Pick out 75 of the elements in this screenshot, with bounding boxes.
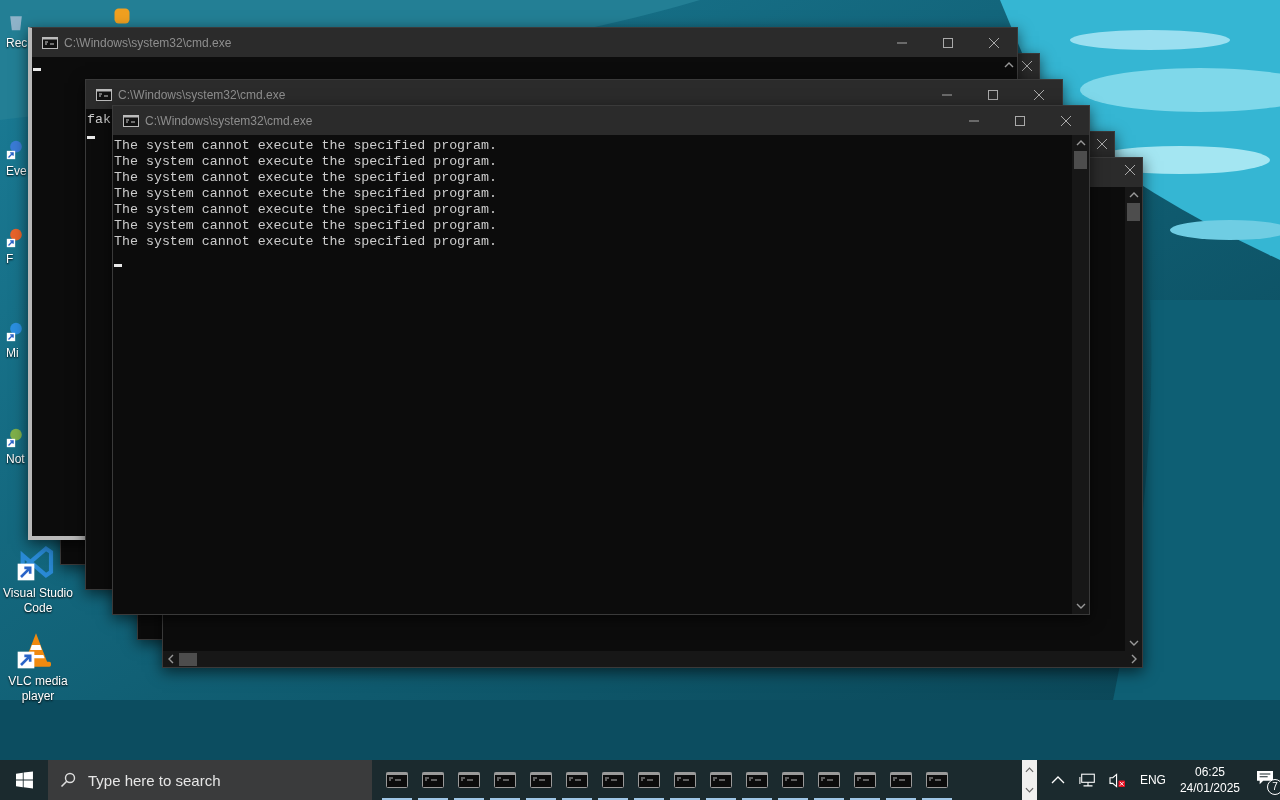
window-title: C:\Windows\system32\cmd.exe: [118, 87, 286, 102]
search-icon: [59, 772, 76, 788]
scroll-right-icon[interactable]: [1131, 654, 1137, 664]
scroll-thumb[interactable]: [1074, 151, 1087, 169]
terminal-icon: [853, 772, 876, 788]
terminal-icon: [817, 772, 840, 788]
windows-logo-icon[interactable]: [16, 771, 33, 789]
maximize-icon: [943, 37, 953, 48]
search-bar[interactable]: Type here to search: [47, 760, 372, 800]
terminal-icon: [123, 114, 139, 127]
maximize-icon: [1015, 115, 1025, 126]
scroll-up-icon[interactable]: [1075, 140, 1086, 146]
network-icon[interactable]: [1078, 772, 1097, 788]
terminal-icon: [421, 772, 444, 788]
console-line: The system cannot execute the specified program.: [114, 234, 497, 250]
icon-label: Rec: [6, 36, 28, 51]
scroll-down-icon[interactable]: [1128, 640, 1139, 646]
console-line: The system cannot execute the specified program.: [114, 218, 497, 234]
terminal-icon: [745, 772, 768, 788]
console-line: The system cannot execute the specified program.: [114, 138, 497, 154]
terminal-icon: [457, 772, 480, 788]
scrollbar[interactable]: [1125, 187, 1142, 651]
terminal-icon: [42, 36, 58, 49]
terminal-icon: [493, 772, 516, 788]
icon-label: Eve: [6, 164, 27, 179]
icon-label: VLC media player: [7, 674, 69, 704]
taskbar-scroller[interactable]: [1021, 760, 1037, 800]
console-line: The system cannot execute the specified program.: [114, 202, 497, 218]
close-icon: [989, 37, 999, 48]
terminal-icon: [637, 772, 660, 788]
console-line: fak: [87, 112, 111, 128]
language-indicator[interactable]: ENG: [1139, 773, 1166, 787]
close-icon: [1125, 165, 1135, 175]
scroll-up-icon[interactable]: [1128, 192, 1139, 198]
icon-label: Visual Studio Code: [2, 586, 74, 616]
close-icon: [1034, 89, 1044, 100]
notification-count: 7: [1267, 779, 1280, 795]
scrollbar[interactable]: [1072, 135, 1089, 614]
icon-label: Not: [6, 452, 25, 467]
notifications-icon[interactable]: [1256, 770, 1274, 786]
icon-label: Mi: [6, 346, 19, 361]
clock-date: 24/01/2025: [1179, 780, 1240, 796]
scroll-up-icon[interactable]: [1024, 767, 1034, 773]
terminal-icon: [781, 772, 804, 788]
scrollbar[interactable]: [163, 651, 1142, 667]
terminal-icon: [565, 772, 588, 788]
clock-time: 06:25: [1194, 764, 1225, 780]
scroll-thumb[interactable]: [1127, 203, 1140, 221]
terminal-icon: [601, 772, 624, 788]
terminal-icon: [385, 772, 408, 788]
close-icon: [1061, 115, 1071, 126]
maximize-icon: [988, 89, 998, 100]
search-field[interactable]: Type here to search: [87, 771, 368, 789]
muted-speaker-icon[interactable]: [1108, 772, 1126, 788]
clock[interactable]: 06:25 24/01/2025: [1179, 764, 1240, 796]
close-icon: [1097, 139, 1107, 149]
icon-label: F: [6, 252, 14, 267]
close-icon: [1022, 61, 1032, 71]
window-title: C:\Windows\system32\cmd.exe: [64, 35, 232, 50]
console-line: The system cannot execute the specified program.: [114, 170, 497, 186]
chevron-up-icon[interactable]: [1050, 776, 1065, 784]
scroll-down-icon[interactable]: [1075, 603, 1086, 609]
scroll-down-icon[interactable]: [1024, 787, 1034, 793]
terminal-icon: [709, 772, 732, 788]
scroll-thumb[interactable]: [179, 652, 197, 666]
terminal-icon: [889, 772, 912, 788]
terminal-icon: [96, 88, 112, 101]
scroll-left-icon[interactable]: [168, 654, 174, 664]
console-line: The system cannot execute the specified program.: [114, 154, 497, 170]
console-line: The system cannot execute the specified program.: [114, 186, 497, 202]
terminal-icon: [529, 772, 552, 788]
terminal-icon: [673, 772, 696, 788]
scroll-up-icon[interactable]: [1003, 62, 1014, 68]
window-title: C:\Windows\system32\cmd.exe: [145, 113, 313, 128]
terminal-icon: [925, 772, 948, 788]
